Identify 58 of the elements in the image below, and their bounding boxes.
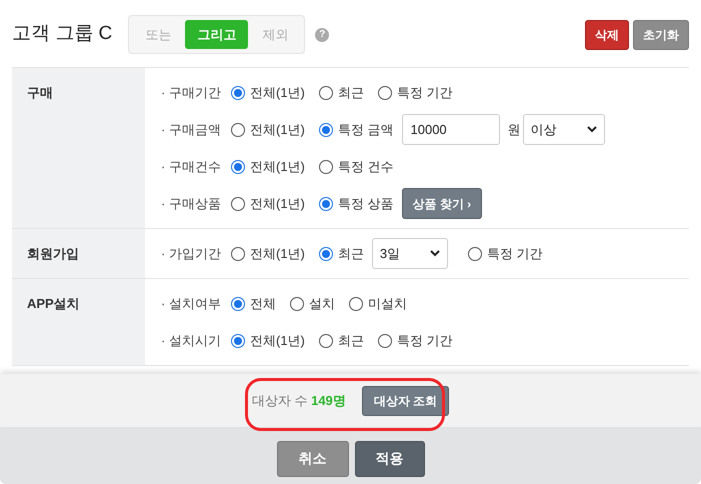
- radio-option[interactable]: 전체(1년): [231, 244, 305, 264]
- radio-button[interactable]: [231, 86, 245, 100]
- row-label: · 구매상품: [161, 194, 222, 213]
- radio-button[interactable]: [318, 122, 333, 136]
- radio-option[interactable]: 특정 금액: [318, 120, 394, 140]
- select-dropdown[interactable]: 3일: [372, 238, 448, 269]
- chevron-icon: [430, 250, 440, 257]
- radio-option[interactable]: 특정 상품: [318, 194, 394, 214]
- radio-button[interactable]: [468, 246, 482, 260]
- radio-option[interactable]: 특정 건수: [318, 156, 394, 176]
- target-count: 대상자 수 149명: [252, 392, 346, 410]
- section-label: 회원가입: [27, 246, 79, 261]
- radio-option[interactable]: 전체(1년): [231, 120, 305, 140]
- radio-button[interactable]: [378, 86, 392, 100]
- radio-button[interactable]: [349, 296, 363, 310]
- radio-button[interactable]: [231, 334, 245, 348]
- radio-option[interactable]: 설치: [290, 294, 335, 314]
- radio-option[interactable]: 전체: [231, 294, 276, 314]
- radio-button[interactable]: [231, 296, 245, 310]
- radio-button[interactable]: [290, 296, 304, 310]
- row-label: · 설치시기: [161, 332, 222, 350]
- radio-option[interactable]: 미설치: [349, 294, 407, 314]
- radio-option[interactable]: 최근: [318, 82, 364, 102]
- section-label: APP설치: [27, 296, 80, 311]
- radio-button[interactable]: [231, 160, 245, 174]
- radio-option[interactable]: 전체(1년): [231, 194, 305, 214]
- radio-option[interactable]: 최근: [318, 330, 364, 350]
- unit-label: 원: [508, 120, 521, 139]
- radio-option[interactable]: 특정 기간: [378, 82, 453, 102]
- radio-button[interactable]: [318, 196, 333, 210]
- radio-option[interactable]: 전체(1년): [231, 156, 305, 176]
- apply-button[interactable]: 적용: [354, 440, 424, 476]
- row-label: · 설치여부: [161, 294, 222, 313]
- radio-option[interactable]: 특정 기간: [378, 330, 453, 350]
- amount-field[interactable]: 10000: [402, 114, 500, 145]
- radio-button[interactable]: [318, 246, 333, 260]
- radio-button[interactable]: [231, 122, 245, 136]
- radio-button[interactable]: [318, 86, 333, 100]
- section-label: 구매: [27, 85, 53, 100]
- radio-button[interactable]: [318, 160, 333, 174]
- radio-option[interactable]: 특정 기간: [468, 244, 543, 264]
- radio-button[interactable]: [231, 246, 245, 260]
- target-search-button[interactable]: 대상자 조회: [362, 386, 450, 416]
- radio-option[interactable]: 전체(1년): [231, 82, 305, 102]
- row-label: · 구매금액: [161, 120, 222, 139]
- radio-button[interactable]: [231, 196, 245, 210]
- group-title: 고객 그룹 C: [12, 22, 112, 46]
- row-label: · 구매기간: [161, 84, 222, 102]
- radio-button[interactable]: [318, 334, 333, 348]
- radio-button[interactable]: [378, 334, 392, 348]
- radio-option[interactable]: 전체(1년): [231, 330, 305, 350]
- select-dropdown[interactable]: 이상: [522, 114, 605, 145]
- chevron-icon: [586, 126, 597, 133]
- delete-button[interactable]: 삭제: [585, 20, 629, 50]
- radio-option[interactable]: 최근: [318, 244, 364, 264]
- row-label: · 구매건수: [161, 158, 222, 176]
- find-product-button[interactable]: 상품 찾기 ›: [402, 188, 482, 219]
- row-label: · 가입기간: [161, 244, 222, 263]
